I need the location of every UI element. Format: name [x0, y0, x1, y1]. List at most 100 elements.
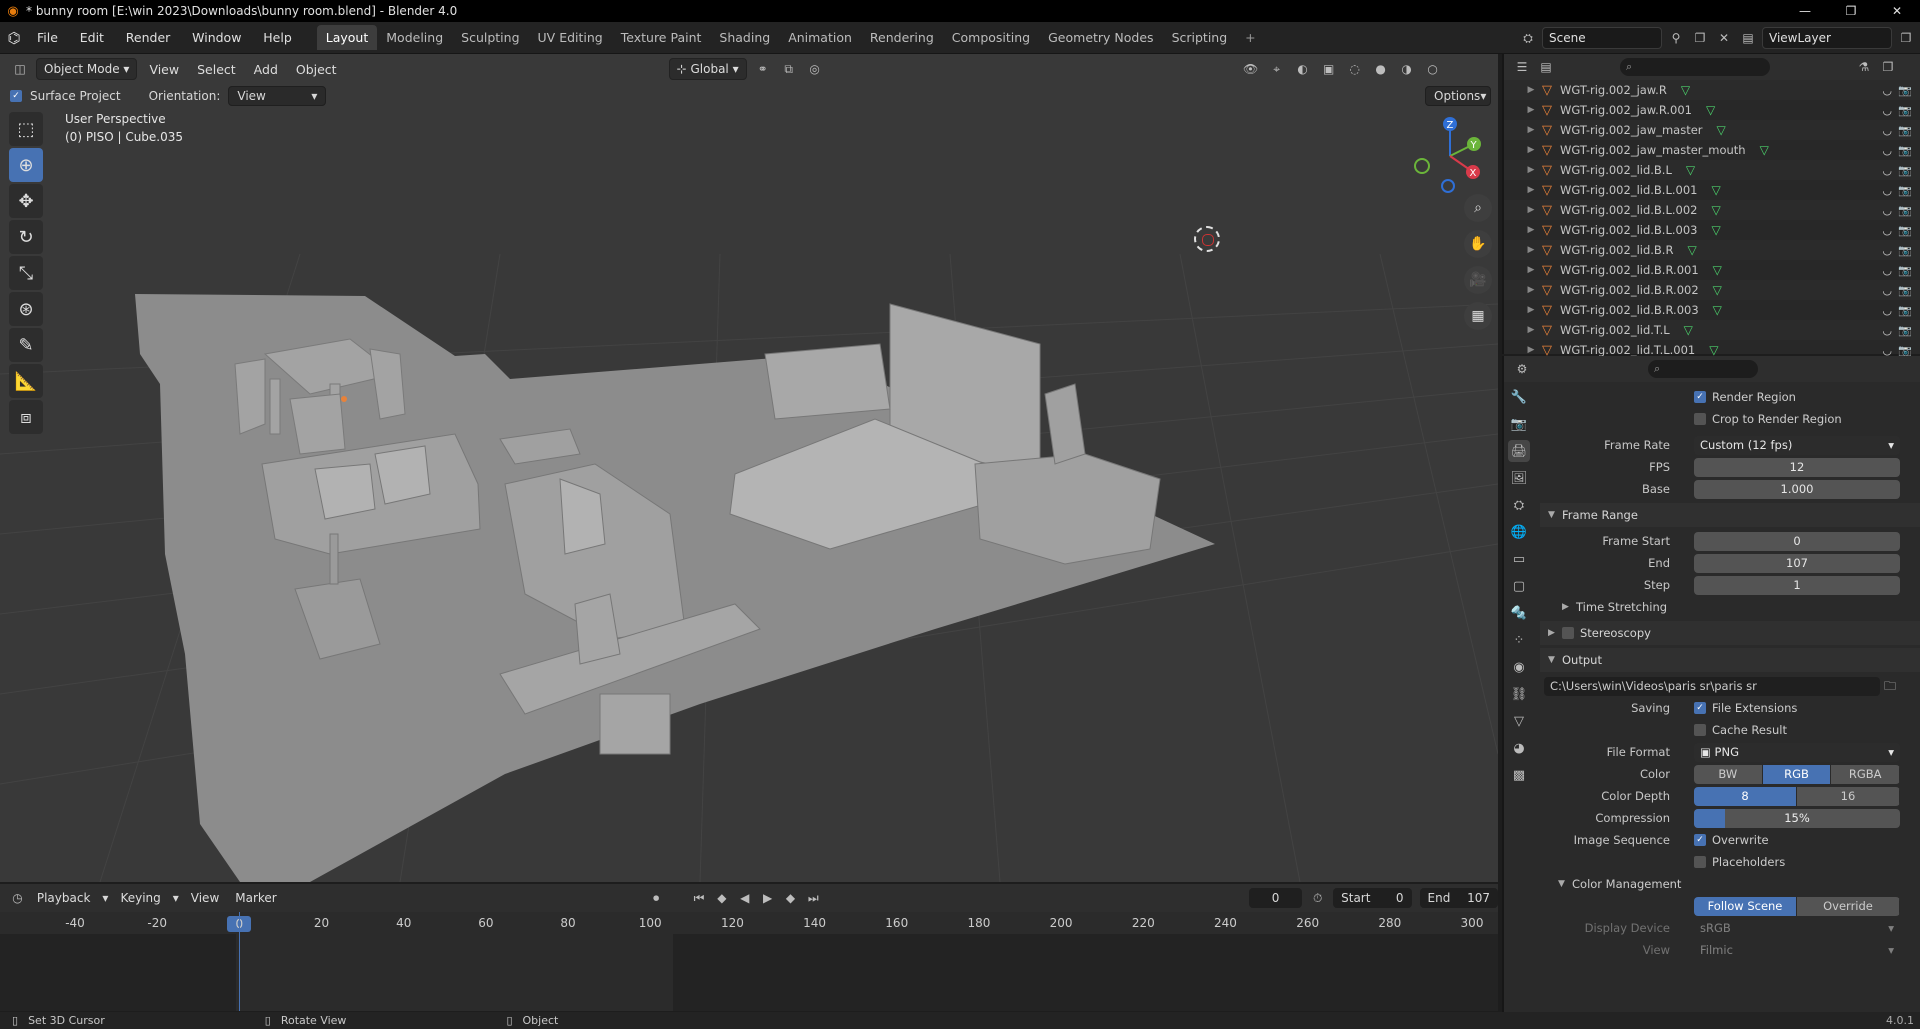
current-frame-field[interactable]: 0: [1248, 888, 1303, 908]
eye-icon[interactable]: ◡: [1882, 244, 1892, 257]
render-region-checkbox[interactable]: ✓: [1694, 391, 1706, 403]
outliner-item[interactable]: ▶ ▽ WGT-rig.002_jaw_master ▽ ◡ 📷: [1504, 120, 1920, 140]
outliner-item[interactable]: ▶ ▽ WGT-rig.002_jaw.R.001 ▽ ◡ 📷: [1504, 100, 1920, 120]
viewport-menu-select[interactable]: Select: [191, 62, 242, 77]
mesh-data-icon[interactable]: ▽: [1687, 243, 1696, 257]
base-field[interactable]: 1.000: [1694, 479, 1900, 499]
end-frame-field[interactable]: End 107: [1419, 888, 1498, 908]
tab-geometry-nodes[interactable]: Geometry Nodes: [1039, 25, 1162, 50]
xray-icon[interactable]: ▣: [1319, 59, 1339, 79]
move-tool-icon[interactable]: ✥: [9, 184, 43, 218]
mesh-data-icon[interactable]: ▽: [1686, 163, 1695, 177]
camera-icon[interactable]: 📷: [1898, 144, 1912, 157]
frame-range-section[interactable]: ▼ Frame Range: [1540, 503, 1920, 527]
expand-arrow-icon[interactable]: ▶: [1524, 225, 1538, 235]
tab-uv-editing[interactable]: UV Editing: [529, 25, 612, 50]
physics-tab-icon[interactable]: ◉: [1508, 656, 1530, 678]
compression-slider[interactable]: 15%: [1694, 808, 1900, 828]
tab-layout[interactable]: Layout: [316, 25, 378, 50]
expand-arrow-icon[interactable]: ▶: [1524, 185, 1538, 195]
frame-start-field[interactable]: 0: [1694, 531, 1900, 551]
tab-rendering[interactable]: Rendering: [861, 25, 943, 50]
eye-icon[interactable]: ◡: [1882, 124, 1892, 137]
eye-icon[interactable]: ◡: [1882, 164, 1892, 177]
output-path-field[interactable]: C:\Users\win\Videos\paris sr\paris sr: [1544, 676, 1880, 696]
viewport-menu-view[interactable]: View: [143, 62, 185, 77]
expand-arrow-icon[interactable]: ▶: [1524, 165, 1538, 175]
eye-icon[interactable]: ◡: [1882, 304, 1892, 317]
viewlayer-field[interactable]: ViewLayer: [1762, 27, 1892, 49]
filter-icon[interactable]: ⚗: [1854, 57, 1874, 77]
color-rgb-option[interactable]: RGB: [1762, 764, 1832, 784]
constraints-tab-icon[interactable]: ⛓: [1508, 683, 1530, 705]
camera-icon[interactable]: 📷: [1898, 84, 1912, 97]
color-management-subpanel[interactable]: ▼ Color Management: [1540, 873, 1920, 895]
orientation-dropdown[interactable]: View ▾: [228, 86, 327, 106]
camera-icon[interactable]: 📷: [1898, 304, 1912, 317]
new-scene-icon[interactable]: ❐: [1690, 28, 1710, 48]
expand-arrow-icon[interactable]: ▶: [1524, 325, 1538, 335]
viewport-menu-add[interactable]: Add: [248, 62, 284, 77]
camera-icon[interactable]: 📷: [1898, 324, 1912, 337]
orientation-dropdown[interactable]: ⊹ Global ▾: [668, 58, 747, 80]
pan-hand-icon[interactable]: ✋: [1464, 230, 1492, 258]
expand-arrow-icon[interactable]: ▶: [1524, 145, 1538, 155]
mode-dropdown[interactable]: Object Mode ▾: [36, 58, 138, 80]
color-rgba-option[interactable]: RGBA: [1831, 764, 1900, 784]
tab-sculpting[interactable]: Sculpting: [452, 25, 528, 50]
eye-icon[interactable]: ◡: [1882, 264, 1892, 277]
menu-help[interactable]: Help: [254, 30, 301, 45]
mesh-data-icon[interactable]: ▽: [1711, 203, 1720, 217]
add-workspace-button[interactable]: +: [1236, 25, 1264, 50]
scale-tool-icon[interactable]: ⤡: [9, 256, 43, 290]
expand-arrow-icon[interactable]: ▶: [1524, 125, 1538, 135]
color-depth-16-option[interactable]: 16: [1797, 786, 1900, 806]
mesh-data-icon[interactable]: ▽: [1713, 263, 1722, 277]
zoom-icon[interactable]: ⌕: [1464, 194, 1492, 222]
solid-shading-icon[interactable]: ●: [1371, 59, 1391, 79]
mesh-data-icon[interactable]: ▽: [1713, 303, 1722, 317]
frame-rate-dropdown[interactable]: Custom (12 fps) ▾: [1694, 435, 1900, 455]
navigation-gizmo[interactable]: Z Y X: [1410, 114, 1490, 194]
tab-texture-paint[interactable]: Texture Paint: [612, 25, 711, 50]
stereoscopy-checkbox[interactable]: [1562, 627, 1574, 639]
output-section[interactable]: ▼ Output: [1540, 648, 1920, 672]
expand-arrow-icon[interactable]: ▶: [1524, 265, 1538, 275]
pin-icon[interactable]: ⚲: [1666, 28, 1686, 48]
tab-modeling[interactable]: Modeling: [377, 25, 452, 50]
camera-icon[interactable]: 📷: [1898, 284, 1912, 297]
scene-field[interactable]: Scene: [1542, 27, 1662, 49]
tab-shading[interactable]: Shading: [710, 25, 779, 50]
folder-icon[interactable]: 🗀: [1884, 677, 1902, 695]
blender-menu-icon[interactable]: ⌬: [0, 29, 28, 47]
menu-render[interactable]: Render: [117, 30, 180, 45]
timeline-track[interactable]: [0, 912, 1498, 1011]
file-extensions-checkbox[interactable]: ✓: [1694, 702, 1706, 714]
display-mode-icon[interactable]: ▤: [1536, 57, 1556, 77]
frame-end-field[interactable]: 107: [1694, 553, 1900, 573]
color-depth-8-option[interactable]: 8: [1694, 786, 1797, 806]
close-button[interactable]: ✕: [1874, 0, 1920, 22]
file-format-dropdown[interactable]: ▣ PNG ▾: [1694, 742, 1900, 762]
options-dropdown[interactable]: Options ▾: [1425, 86, 1491, 106]
maximize-button[interactable]: ❐: [1828, 0, 1874, 22]
data-tab-icon[interactable]: ▽: [1508, 710, 1530, 732]
output-tab-icon[interactable]: 🖨: [1508, 440, 1530, 462]
jump-start-icon[interactable]: ⏮: [692, 888, 707, 908]
expand-arrow-icon[interactable]: ▶: [1524, 205, 1538, 215]
scene-icon[interactable]: ⛭: [1518, 28, 1538, 48]
eye-icon[interactable]: ◡: [1882, 224, 1892, 237]
viewlayer-icon[interactable]: ▤: [1738, 28, 1758, 48]
placeholders-checkbox[interactable]: [1694, 856, 1706, 868]
outliner-item[interactable]: ▶ ▽ WGT-rig.002_jaw.R ▽ ◡ 📷: [1504, 80, 1920, 100]
3d-viewport[interactable]: ◫ Object Mode ▾ View Select Add Object ⊹…: [0, 54, 1498, 882]
view-layer-tab-icon[interactable]: 🖼: [1508, 467, 1530, 489]
tool-tab-icon[interactable]: 🔧: [1508, 386, 1530, 408]
next-keyframe-icon[interactable]: ◆: [783, 888, 798, 908]
outliner-item[interactable]: ▶ ▽ WGT-rig.002_lid.B.R.001 ▽ ◡ 📷: [1504, 260, 1920, 280]
eye-icon[interactable]: ◡: [1882, 204, 1892, 217]
add-cube-tool-icon[interactable]: ⧈: [9, 400, 43, 434]
delete-scene-icon[interactable]: ✕: [1714, 28, 1734, 48]
fps-field[interactable]: 12: [1694, 457, 1900, 477]
material-tab-icon[interactable]: ◕: [1508, 737, 1530, 759]
